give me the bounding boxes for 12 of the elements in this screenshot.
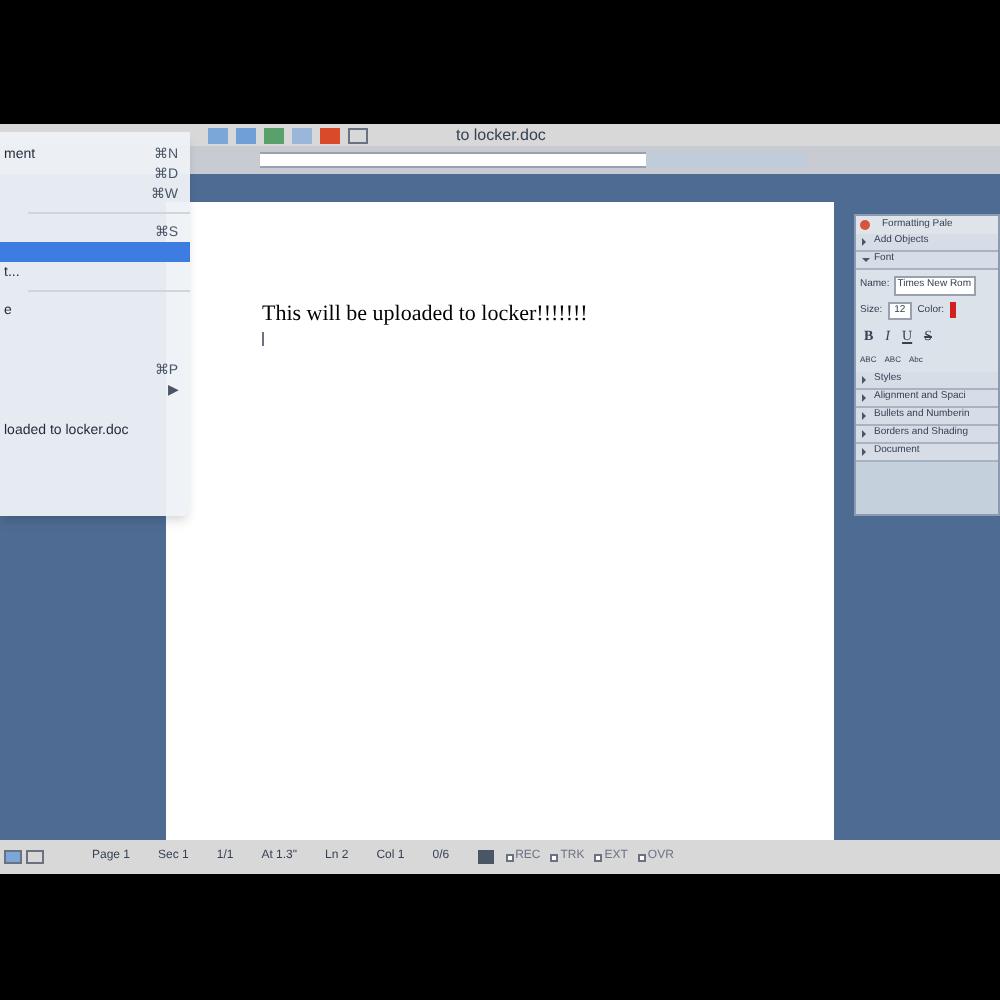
mode-checkbox[interactable] <box>505 853 514 861</box>
close-icon[interactable] <box>860 220 870 230</box>
window-title: to locker.doc <box>456 127 546 143</box>
mode-checkbox[interactable] <box>637 853 646 861</box>
color-swatch[interactable] <box>950 302 957 319</box>
layout-view-icon[interactable] <box>26 850 44 864</box>
ruler[interactable] <box>260 152 646 168</box>
normal-view-icon[interactable] <box>4 850 22 864</box>
document-text: This will be uploaded to locker!!!!!!! <box>262 302 590 330</box>
text-cursor <box>262 331 264 346</box>
mode-checkbox[interactable] <box>594 853 603 861</box>
mode-checkbox[interactable] <box>550 853 559 861</box>
